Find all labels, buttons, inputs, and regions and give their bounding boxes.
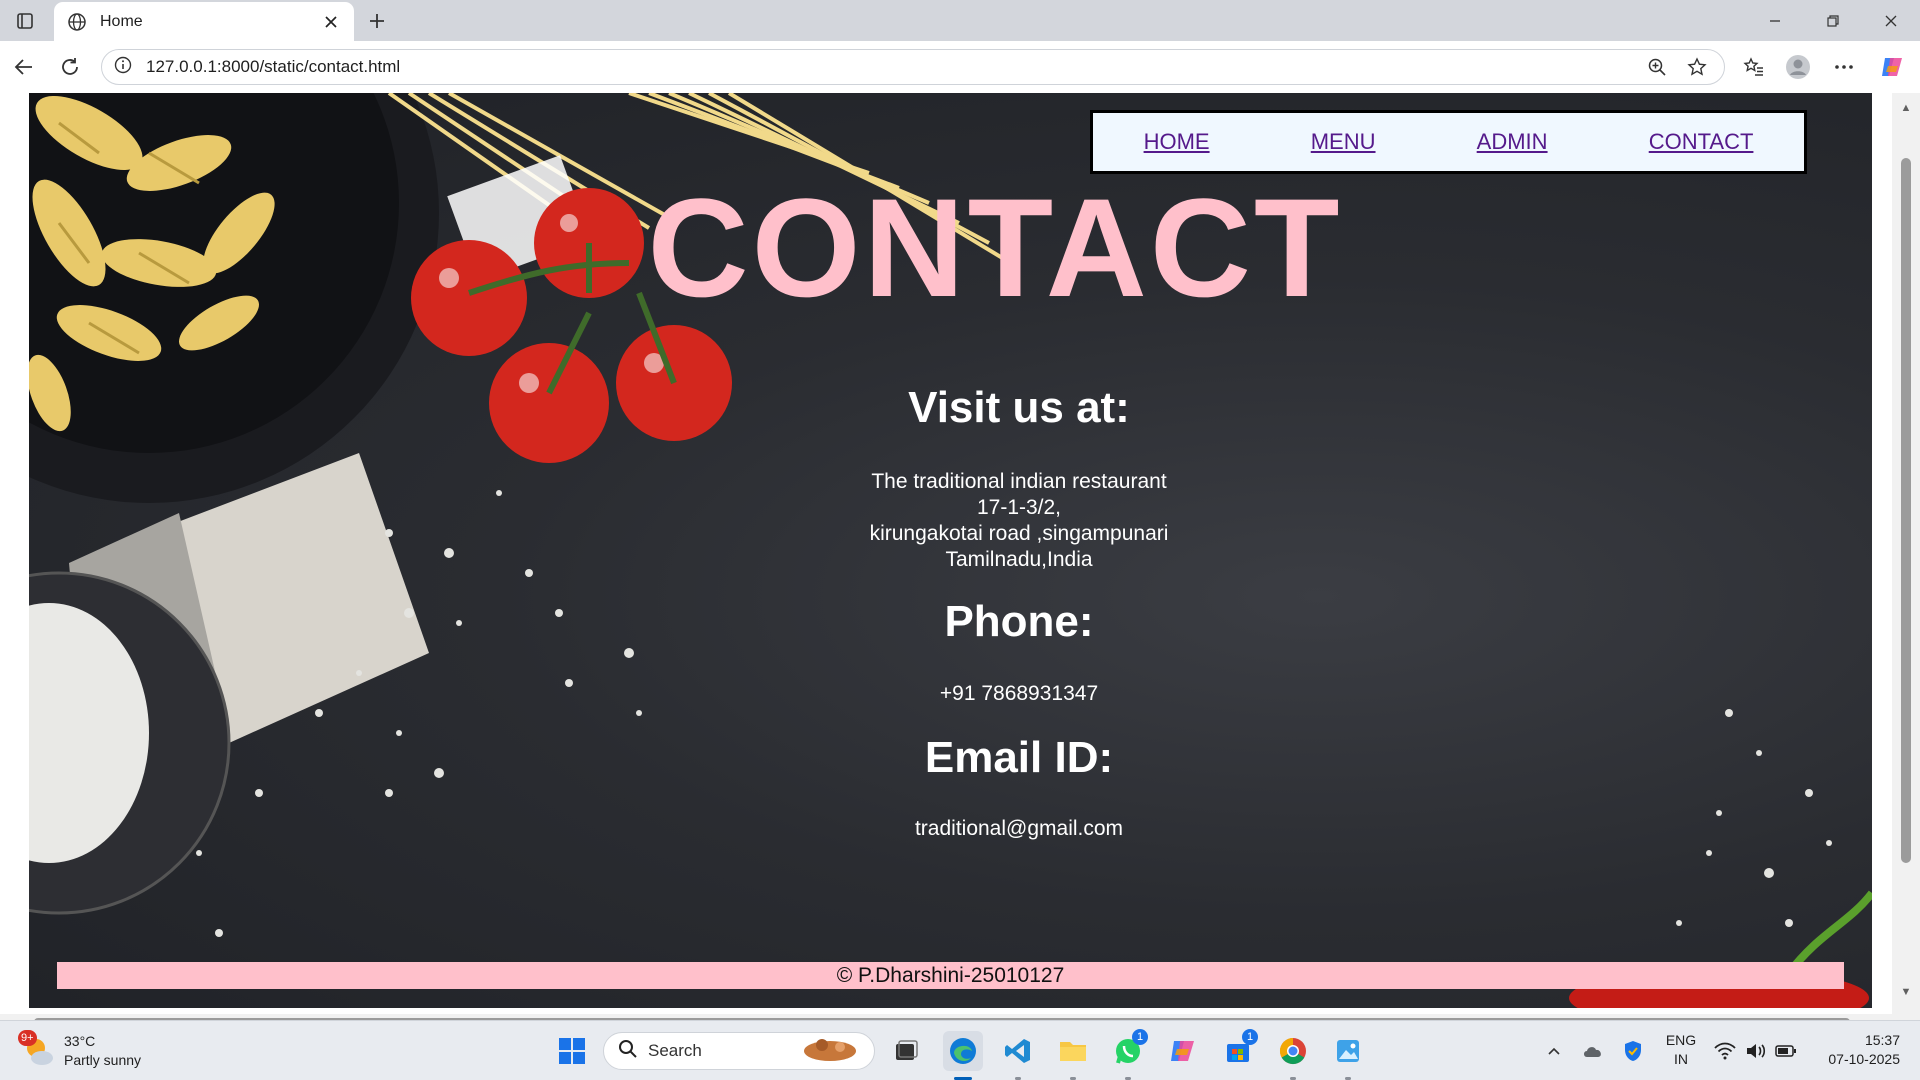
store-badge: 1 xyxy=(1242,1029,1258,1045)
address-line: The traditional indian restaurant xyxy=(871,470,1167,493)
email-address: traditional@gmail.com xyxy=(914,817,1124,840)
browser-tabbar: Home xyxy=(0,0,1920,41)
vertical-scrollbar[interactable]: ▲ ▼ xyxy=(1892,93,1920,1019)
favorite-star-icon[interactable] xyxy=(1682,52,1712,82)
more-options-icon[interactable] xyxy=(1828,51,1860,83)
store-app-icon[interactable]: 1 xyxy=(1218,1029,1258,1071)
vertical-scroll-thumb[interactable] xyxy=(1901,158,1911,863)
nav-link-admin[interactable]: ADMIN xyxy=(1477,129,1548,155)
show-hidden-icons-chevron-icon[interactable] xyxy=(1542,1021,1566,1080)
system-clock[interactable]: 15:37 07-10-2025 xyxy=(1800,1031,1900,1069)
phone-number: +91 7868931347 xyxy=(939,682,1099,705)
whatsapp-app-icon[interactable]: 1 xyxy=(1108,1029,1148,1071)
browser-toolbar: 127.0.0.1:8000/static/contact.html xyxy=(0,41,1920,93)
wifi-icon[interactable] xyxy=(1712,1021,1738,1080)
refresh-icon[interactable] xyxy=(54,51,86,83)
page-footer: © P.Dharshini-25010127 xyxy=(57,962,1844,989)
favorites-icon[interactable] xyxy=(1738,51,1770,83)
lang-line1: ENG xyxy=(1665,1032,1697,1048)
lang-line2: IN xyxy=(1674,1051,1688,1067)
visit-heading: Visit us at: xyxy=(908,383,1130,432)
nav-link-menu[interactable]: MENU xyxy=(1311,129,1376,155)
edge-app-icon[interactable] xyxy=(943,1031,983,1071)
file-explorer-icon[interactable] xyxy=(1053,1031,1093,1071)
clock-time: 15:37 xyxy=(1864,1032,1900,1048)
search-label: Search xyxy=(648,1041,702,1060)
profile-avatar[interactable] xyxy=(1782,51,1814,83)
phone-heading: Phone: xyxy=(944,597,1094,646)
windows-taskbar: 9+ 33°C Partly sunny Search 1 1 ENG IN 1… xyxy=(0,1020,1920,1080)
weather-desc: Partly sunny xyxy=(64,1052,142,1068)
address-line: kirungakotai road ,singampunari xyxy=(869,522,1169,545)
scroll-up-icon[interactable]: ▲ xyxy=(1899,101,1913,115)
close-tab-icon[interactable] xyxy=(320,11,342,33)
copilot-icon[interactable] xyxy=(1876,51,1908,83)
vscode-app-icon[interactable] xyxy=(998,1031,1038,1071)
task-view-icon[interactable] xyxy=(886,1031,926,1071)
globe-icon xyxy=(66,11,88,33)
zoom-icon[interactable] xyxy=(1642,52,1672,82)
weather-temp: 33°C xyxy=(64,1033,96,1049)
volume-icon[interactable] xyxy=(1743,1021,1769,1080)
clock-date: 07-10-2025 xyxy=(1828,1051,1900,1067)
copilot-app-icon[interactable] xyxy=(1163,1031,1203,1071)
language-indicator[interactable]: ENG IN xyxy=(1664,1031,1698,1069)
page-viewport: HOME MENU ADMIN CONTACT CONTACT Visit us… xyxy=(0,93,1920,1019)
windows-start-icon[interactable] xyxy=(552,1031,592,1071)
nav-link-contact[interactable]: CONTACT xyxy=(1649,129,1754,155)
address-bar[interactable]: 127.0.0.1:8000/static/contact.html xyxy=(101,49,1725,85)
address-line: Tamilnadu,India xyxy=(945,548,1093,571)
taskbar-search[interactable]: Search xyxy=(603,1032,875,1070)
page-title: CONTACT xyxy=(647,169,1343,326)
new-tab-icon[interactable] xyxy=(362,6,392,36)
weather-badge: 9+ xyxy=(18,1030,37,1046)
nav-link-home[interactable]: HOME xyxy=(1144,129,1210,155)
scroll-down-icon[interactable]: ▼ xyxy=(1899,985,1913,999)
browser-tab-home[interactable]: Home xyxy=(54,2,354,41)
onedrive-icon[interactable] xyxy=(1580,1021,1606,1080)
hero-background: HOME MENU ADMIN CONTACT CONTACT Visit us… xyxy=(29,93,1872,1008)
security-shield-icon[interactable] xyxy=(1620,1021,1646,1080)
tab-title: Home xyxy=(100,12,143,30)
whatsapp-badge: 1 xyxy=(1132,1029,1148,1045)
tab-actions-icon[interactable] xyxy=(10,8,40,34)
partly-sunny-icon: 9+ xyxy=(18,1030,56,1068)
weather-widget[interactable]: 9+ 33°C Partly sunny xyxy=(18,1029,162,1073)
back-arrow-icon[interactable] xyxy=(8,51,40,83)
site-info-icon[interactable] xyxy=(114,56,132,79)
top-navigation: HOME MENU ADMIN CONTACT xyxy=(1090,110,1807,174)
photos-app-icon[interactable] xyxy=(1328,1031,1368,1071)
email-heading: Email ID: xyxy=(924,733,1114,782)
url-text[interactable]: 127.0.0.1:8000/static/contact.html xyxy=(146,57,1632,77)
minimize-icon[interactable] xyxy=(1746,0,1804,41)
address-line: 17-1-3/2, xyxy=(976,496,1062,519)
page-title-wrap: CONTACT xyxy=(605,178,1365,318)
close-window-icon[interactable] xyxy=(1862,0,1920,41)
search-icon xyxy=(618,1039,638,1064)
restore-icon[interactable] xyxy=(1804,0,1862,41)
search-highlight-icon xyxy=(800,1035,860,1068)
chrome-app-icon[interactable] xyxy=(1273,1031,1313,1071)
battery-icon[interactable] xyxy=(1773,1021,1799,1080)
